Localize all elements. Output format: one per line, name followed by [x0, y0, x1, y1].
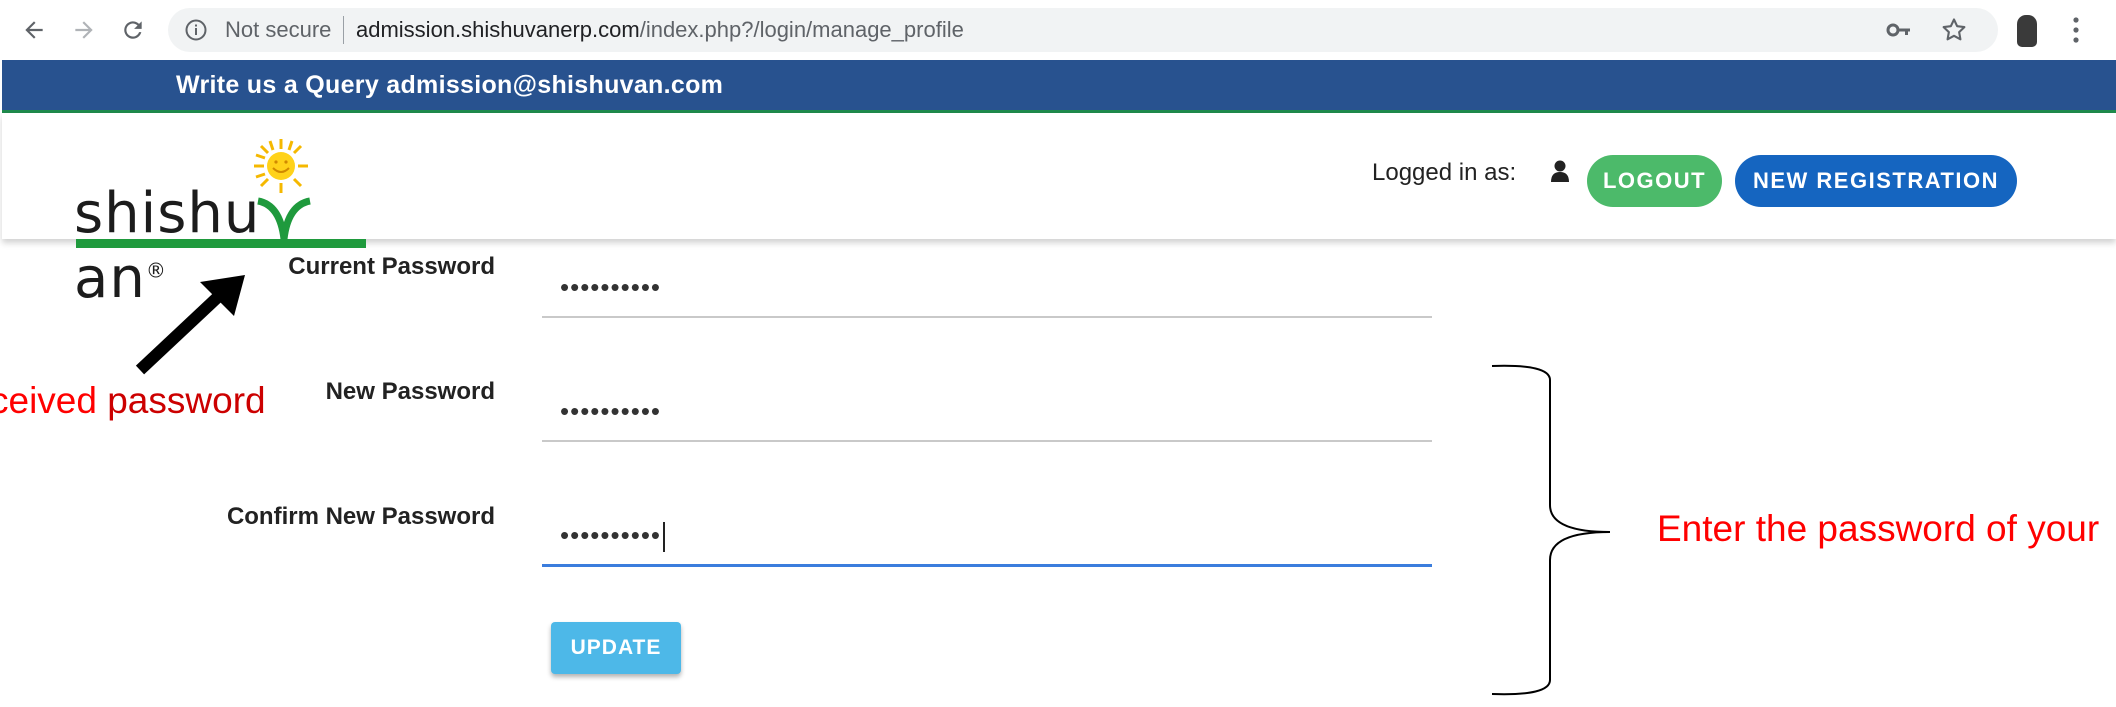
logout-button[interactable]: LOGOUT	[1587, 155, 1722, 207]
forward-arrow-icon	[75, 21, 93, 39]
back-button[interactable]	[14, 10, 54, 50]
text-cursor	[663, 522, 666, 553]
confirm-password-text: ••••••••••	[560, 520, 666, 553]
leaf-icon	[257, 197, 311, 240]
annotation-left-highlight: password	[107, 380, 266, 421]
confirm-password-label: Confirm New Password	[226, 503, 495, 530]
url-path: /index.php?/login/manage_profile	[639, 17, 964, 42]
logged-in-label: Logged in as:	[1372, 159, 1517, 186]
url-host: admission.shishuvanerp.com	[356, 17, 640, 42]
user-icon	[1550, 159, 1570, 188]
more-menu-icon[interactable]	[2072, 14, 2080, 51]
key-icon[interactable]	[1886, 18, 1912, 47]
annotation-left: ceived password	[0, 380, 266, 422]
reload-button[interactable]	[113, 10, 153, 50]
new-registration-button[interactable]: NEW REGISTRATION	[1735, 155, 2017, 207]
site-header: shishuan® Logged in as: LOGOUT NEW REGIS…	[2, 113, 2116, 311]
security-status[interactable]: Not secure	[225, 17, 331, 43]
back-arrow-icon	[25, 21, 43, 39]
query-banner-text[interactable]: Write us a Query admission@shishuvan.com	[176, 71, 723, 100]
reload-icon	[124, 21, 142, 39]
current-password-field[interactable]: ••••••••••	[542, 256, 1432, 318]
logo-text-a: shishu	[74, 181, 261, 246]
confirm-password-value: ••••••••••	[560, 520, 662, 550]
logo-underline	[76, 239, 366, 248]
pointer-arrow-icon	[135, 275, 245, 375]
address-bar[interactable]: Not secure admission.shishuvanerp.com/in…	[168, 8, 1998, 52]
address-divider	[343, 16, 344, 44]
right-brace-icon	[1491, 364, 1611, 696]
browser-toolbar: Not secure admission.shishuvanerp.com/in…	[0, 0, 2116, 60]
new-password-value: ••••••••••	[560, 396, 662, 426]
forward-button[interactable]	[64, 10, 104, 50]
new-password-field[interactable]: ••••••••••	[542, 380, 1432, 442]
url-text[interactable]: admission.shishuvanerp.com/index.php?/lo…	[356, 17, 964, 43]
annotation-left-prefix: ceived	[0, 380, 108, 421]
current-password-value: ••••••••••	[560, 272, 662, 302]
update-button[interactable]: UPDATE	[551, 622, 681, 674]
bookmark-star-icon[interactable]	[1940, 16, 1968, 49]
query-banner: Write us a Query admission@shishuvan.com	[2, 60, 2116, 113]
info-icon[interactable]	[184, 18, 208, 47]
profile-avatar[interactable]	[2017, 15, 2037, 47]
annotation-right: Enter the password of your	[1657, 508, 2100, 549]
confirm-password-field[interactable]: ••••••••••	[542, 504, 1432, 567]
shishuvan-logo[interactable]: shishuan®	[74, 137, 394, 311]
